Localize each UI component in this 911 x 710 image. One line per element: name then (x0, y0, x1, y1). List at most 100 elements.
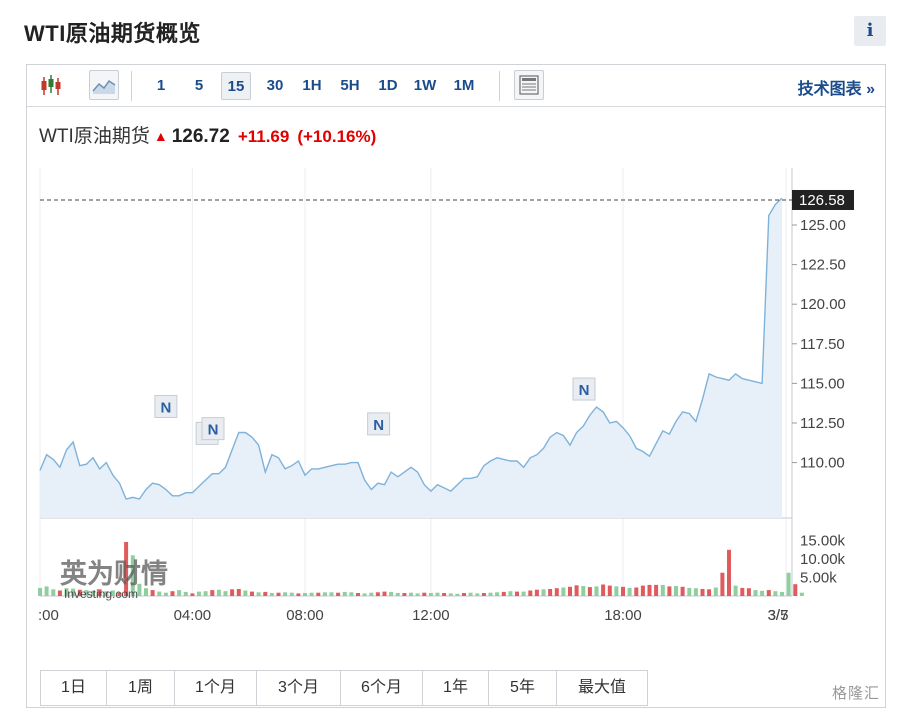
volume-bar (382, 591, 387, 596)
volume-bar (250, 591, 254, 596)
volume-bar (548, 589, 553, 596)
volume-bar (283, 592, 288, 596)
y-tick-label: 117.50 (800, 336, 845, 353)
volume-tick-label: 15.00k (800, 533, 846, 550)
volume-bar (289, 592, 294, 596)
volume-bar (362, 593, 367, 596)
volume-bar (276, 592, 281, 596)
volume-bar (422, 592, 427, 596)
volume-bar (163, 592, 168, 596)
volume-bar (753, 590, 758, 596)
y-tick-label: 120.00 (800, 296, 846, 313)
volume-bar (475, 593, 480, 596)
volume-bar (561, 587, 566, 596)
range-1m[interactable]: 1个月 (175, 671, 257, 705)
volume-bar (57, 590, 62, 596)
volume-bar (415, 593, 420, 596)
volume-bar (296, 593, 301, 596)
volume-tick-label: 10.00k (800, 551, 846, 568)
volume-bar (614, 586, 619, 596)
x-tick-label: 04:00 (174, 607, 212, 624)
volume-bar (349, 592, 354, 596)
volume-bar (488, 592, 493, 596)
volume-bar (568, 586, 572, 596)
volume-bar (409, 592, 413, 596)
volume-bar (223, 591, 228, 596)
volume-bar (190, 593, 195, 596)
volume-bar (541, 589, 546, 596)
volume-bar (210, 590, 215, 596)
volume-bar (521, 591, 526, 596)
volume-bar (687, 587, 692, 596)
volume-bar (395, 593, 400, 596)
volume-tick-label: 5.00k (800, 570, 837, 587)
volume-bar (243, 590, 248, 596)
volume-bar (157, 591, 162, 596)
x-tick-label: 12:00 (412, 607, 450, 624)
x-tick-label: :00 (38, 607, 59, 624)
volume-bar (329, 592, 334, 596)
volume-bar (256, 592, 261, 596)
range-1y[interactable]: 1年 (423, 671, 489, 705)
brand-watermark-sub: Investing.com (64, 587, 138, 601)
volume-bar (236, 589, 241, 596)
volume-bar (780, 591, 784, 596)
volume-bar (435, 592, 440, 596)
volume-bar (468, 592, 473, 596)
volume-bar (309, 592, 314, 596)
y-tick-label: 125.00 (800, 217, 846, 234)
volume-bar (356, 593, 360, 596)
volume-bar (594, 586, 599, 596)
news-marker-label: N (208, 422, 219, 439)
x-tick-label: 3/7 (768, 607, 789, 624)
range-selector: 1日 1周 1个月 3个月 6个月 1年 5年 最大值 (40, 670, 648, 706)
range-6m[interactable]: 6个月 (341, 671, 423, 705)
range-3m[interactable]: 3个月 (257, 671, 341, 705)
volume-bar (634, 587, 639, 596)
volume-bar (197, 591, 201, 596)
volume-bar (713, 587, 718, 596)
volume-bar (402, 593, 407, 596)
volume-bar (316, 592, 321, 596)
range-1w[interactable]: 1周 (107, 671, 175, 705)
volume-bar (766, 590, 771, 596)
volume-bar (674, 586, 678, 596)
volume-bar (720, 572, 725, 596)
volume-bar (230, 589, 235, 596)
volume-bar (733, 585, 738, 596)
volume-bar (389, 591, 394, 596)
volume-bar (581, 586, 586, 596)
range-max[interactable]: 最大值 (557, 671, 647, 705)
volume-bar (528, 590, 533, 596)
volume-bar (183, 591, 188, 596)
range-1d[interactable]: 1日 (41, 671, 107, 705)
y-tick-label: 115.00 (800, 375, 845, 392)
y-tick-label: 112.50 (800, 415, 845, 432)
volume-bar (269, 593, 274, 596)
price-chart[interactable]: 126.58 125.00 122.50 120.00 117.50 115.00 112.… (0, 0, 911, 710)
range-5y[interactable]: 5年 (489, 671, 557, 705)
y-tick-label: 122.50 (800, 257, 846, 274)
volume-bar (574, 585, 579, 596)
volume-bar (44, 586, 49, 596)
news-marker-label: N (160, 399, 171, 416)
volume-bar (627, 587, 632, 596)
volume-bar (495, 592, 500, 596)
volume-bar (740, 587, 745, 596)
volume-bar (773, 591, 778, 596)
volume-bar (587, 587, 592, 596)
volume-bar (654, 584, 659, 596)
brand-watermark: 英为财情 (60, 559, 168, 590)
volume-bar (203, 591, 208, 596)
volume-bar (640, 585, 645, 596)
x-tick-label: 08:00 (286, 607, 324, 624)
volume-bar (647, 584, 652, 596)
volume-bar (263, 591, 268, 596)
volume-bar (369, 592, 374, 596)
last-price-label: 126.58 (799, 192, 845, 209)
volume-bar (693, 588, 698, 596)
news-marker-label: N (373, 417, 384, 434)
volume-bar (508, 591, 513, 596)
volume-bar (322, 592, 327, 596)
volume-bar (793, 584, 798, 596)
